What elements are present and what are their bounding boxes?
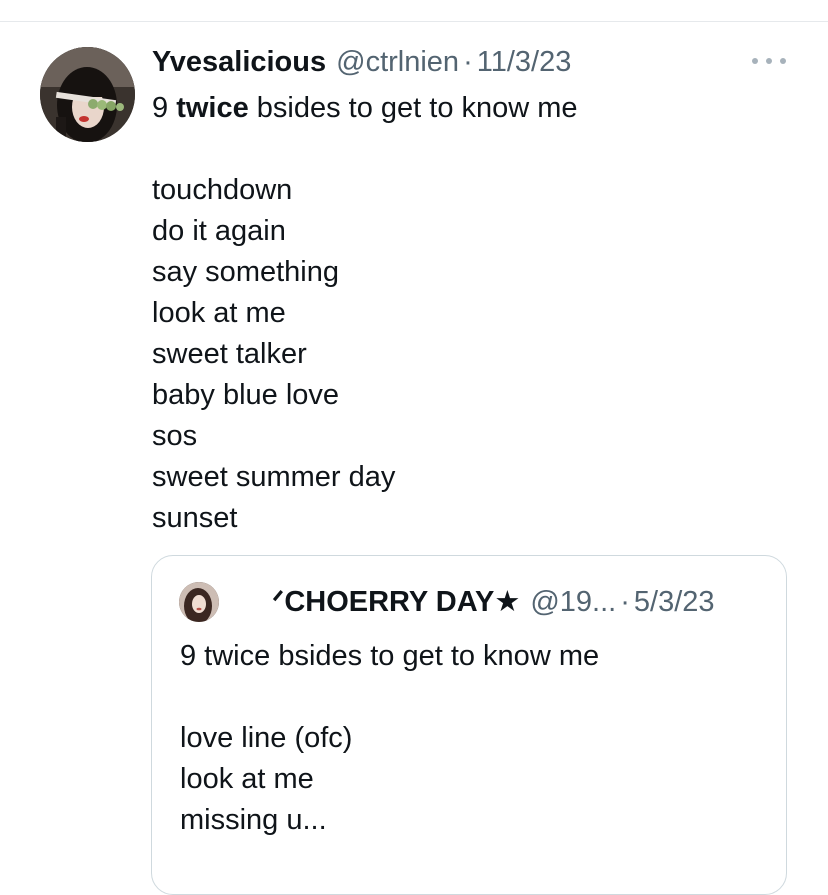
- song-line: look at me: [152, 297, 286, 329]
- quoted-text-first-line: 9 twice bsides to get to know me: [180, 640, 600, 672]
- more-dot: [752, 58, 758, 64]
- author-handle[interactable]: @ctrlnien: [336, 44, 459, 80]
- song-line: sunset: [152, 502, 238, 534]
- quoted-tweet-date[interactable]: 5/3/23: [634, 582, 715, 622]
- more-dot: [766, 58, 772, 64]
- quoted-author-handle[interactable]: @19...: [530, 582, 616, 622]
- more-horizontal-icon[interactable]: [752, 56, 786, 66]
- tweet-text: 9 twice bsides to get to know me touchdo…: [152, 88, 772, 539]
- tweet-header: Yvesalicious @ctrlnien · 11/3/23: [152, 44, 571, 80]
- quoted-song-line: love line (ofc): [180, 722, 353, 754]
- tweet-date[interactable]: 11/3/23: [477, 44, 572, 80]
- quoted-tweet-text: 9 twice bsides to get to know me love li…: [180, 636, 770, 841]
- quoted-tweet-header: ᐟCHOERRY DAY★ @19... · 5/3/23: [272, 582, 715, 622]
- avatar-image: [40, 47, 135, 142]
- quoted-author-display-name[interactable]: ᐟCHOERRY DAY★: [272, 582, 520, 622]
- tweet[interactable]: Yvesalicious @ctrlnien · 11/3/23 9 twice…: [0, 22, 828, 895]
- more-dot: [780, 58, 786, 64]
- tweet-text-prefix: 9: [152, 92, 177, 124]
- song-line: baby blue love: [152, 379, 340, 411]
- author-display-name[interactable]: Yvesalicious: [152, 44, 326, 80]
- tweet-text-suffix: bsides to get to know me: [248, 92, 578, 124]
- quoted-tweet[interactable]: ᐟCHOERRY DAY★ @19... · 5/3/23 9 twice bs…: [151, 555, 787, 895]
- tweet-text-first-line: 9 twice bsides to get to know me: [152, 88, 772, 129]
- song-line: touchdown: [152, 174, 293, 206]
- song-line: do it again: [152, 215, 286, 247]
- song-line: sweet talker: [152, 338, 307, 370]
- quoted-song-line: missing u...: [180, 804, 327, 836]
- quoted-song-line: look at me: [180, 763, 314, 795]
- song-line: sweet summer day: [152, 461, 396, 493]
- header-separator: ·: [463, 46, 473, 78]
- quoted-avatar-image: [179, 582, 219, 622]
- author-avatar[interactable]: [40, 47, 135, 142]
- tweet-text-highlight: twice: [176, 92, 249, 124]
- quoted-header-separator: ·: [620, 586, 630, 618]
- song-line: sos: [152, 420, 198, 452]
- quoted-author-avatar[interactable]: [179, 582, 219, 622]
- song-line: say something: [152, 256, 339, 288]
